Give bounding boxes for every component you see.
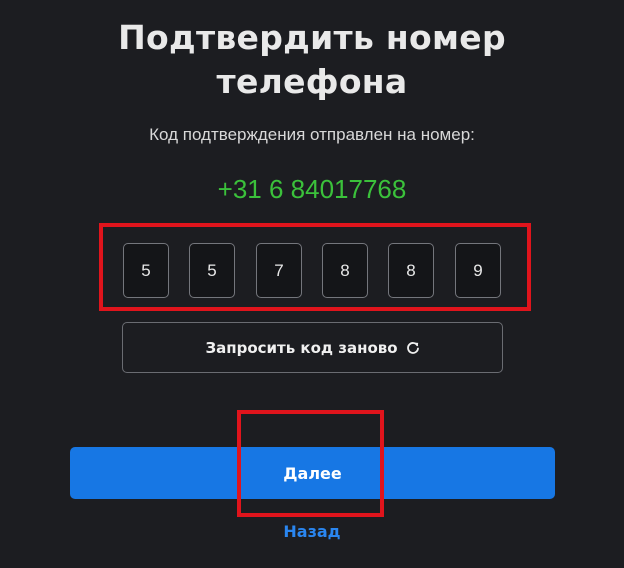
resend-code-button[interactable]: Запросить код заново <box>122 322 503 373</box>
phone-number: +31 6 84017768 <box>217 174 407 204</box>
refresh-icon <box>406 341 420 355</box>
code-digit-input-4[interactable]: 8 <box>322 243 368 298</box>
page-title-line-2: телефона <box>216 62 408 101</box>
next-button-highlight-frame <box>237 410 384 517</box>
code-digit-input-1[interactable]: 5 <box>123 243 169 298</box>
page-title-line-1: Подтвердить номер <box>118 18 506 57</box>
verify-phone-screen: Подтвердить номер телефона Код подтвержд… <box>0 0 624 568</box>
code-sent-message: Код подтверждения отправлен на номер: <box>149 125 475 144</box>
code-digit-input-6[interactable]: 9 <box>455 243 501 298</box>
code-digit-input-2[interactable]: 5 <box>189 243 235 298</box>
resend-code-label: Запросить код заново <box>205 338 398 357</box>
page-title: Подтвердить номер телефона <box>0 16 624 104</box>
code-digit-input-5[interactable]: 8 <box>388 243 434 298</box>
code-digit-input-3[interactable]: 7 <box>256 243 302 298</box>
back-link[interactable]: Назад <box>0 521 624 543</box>
